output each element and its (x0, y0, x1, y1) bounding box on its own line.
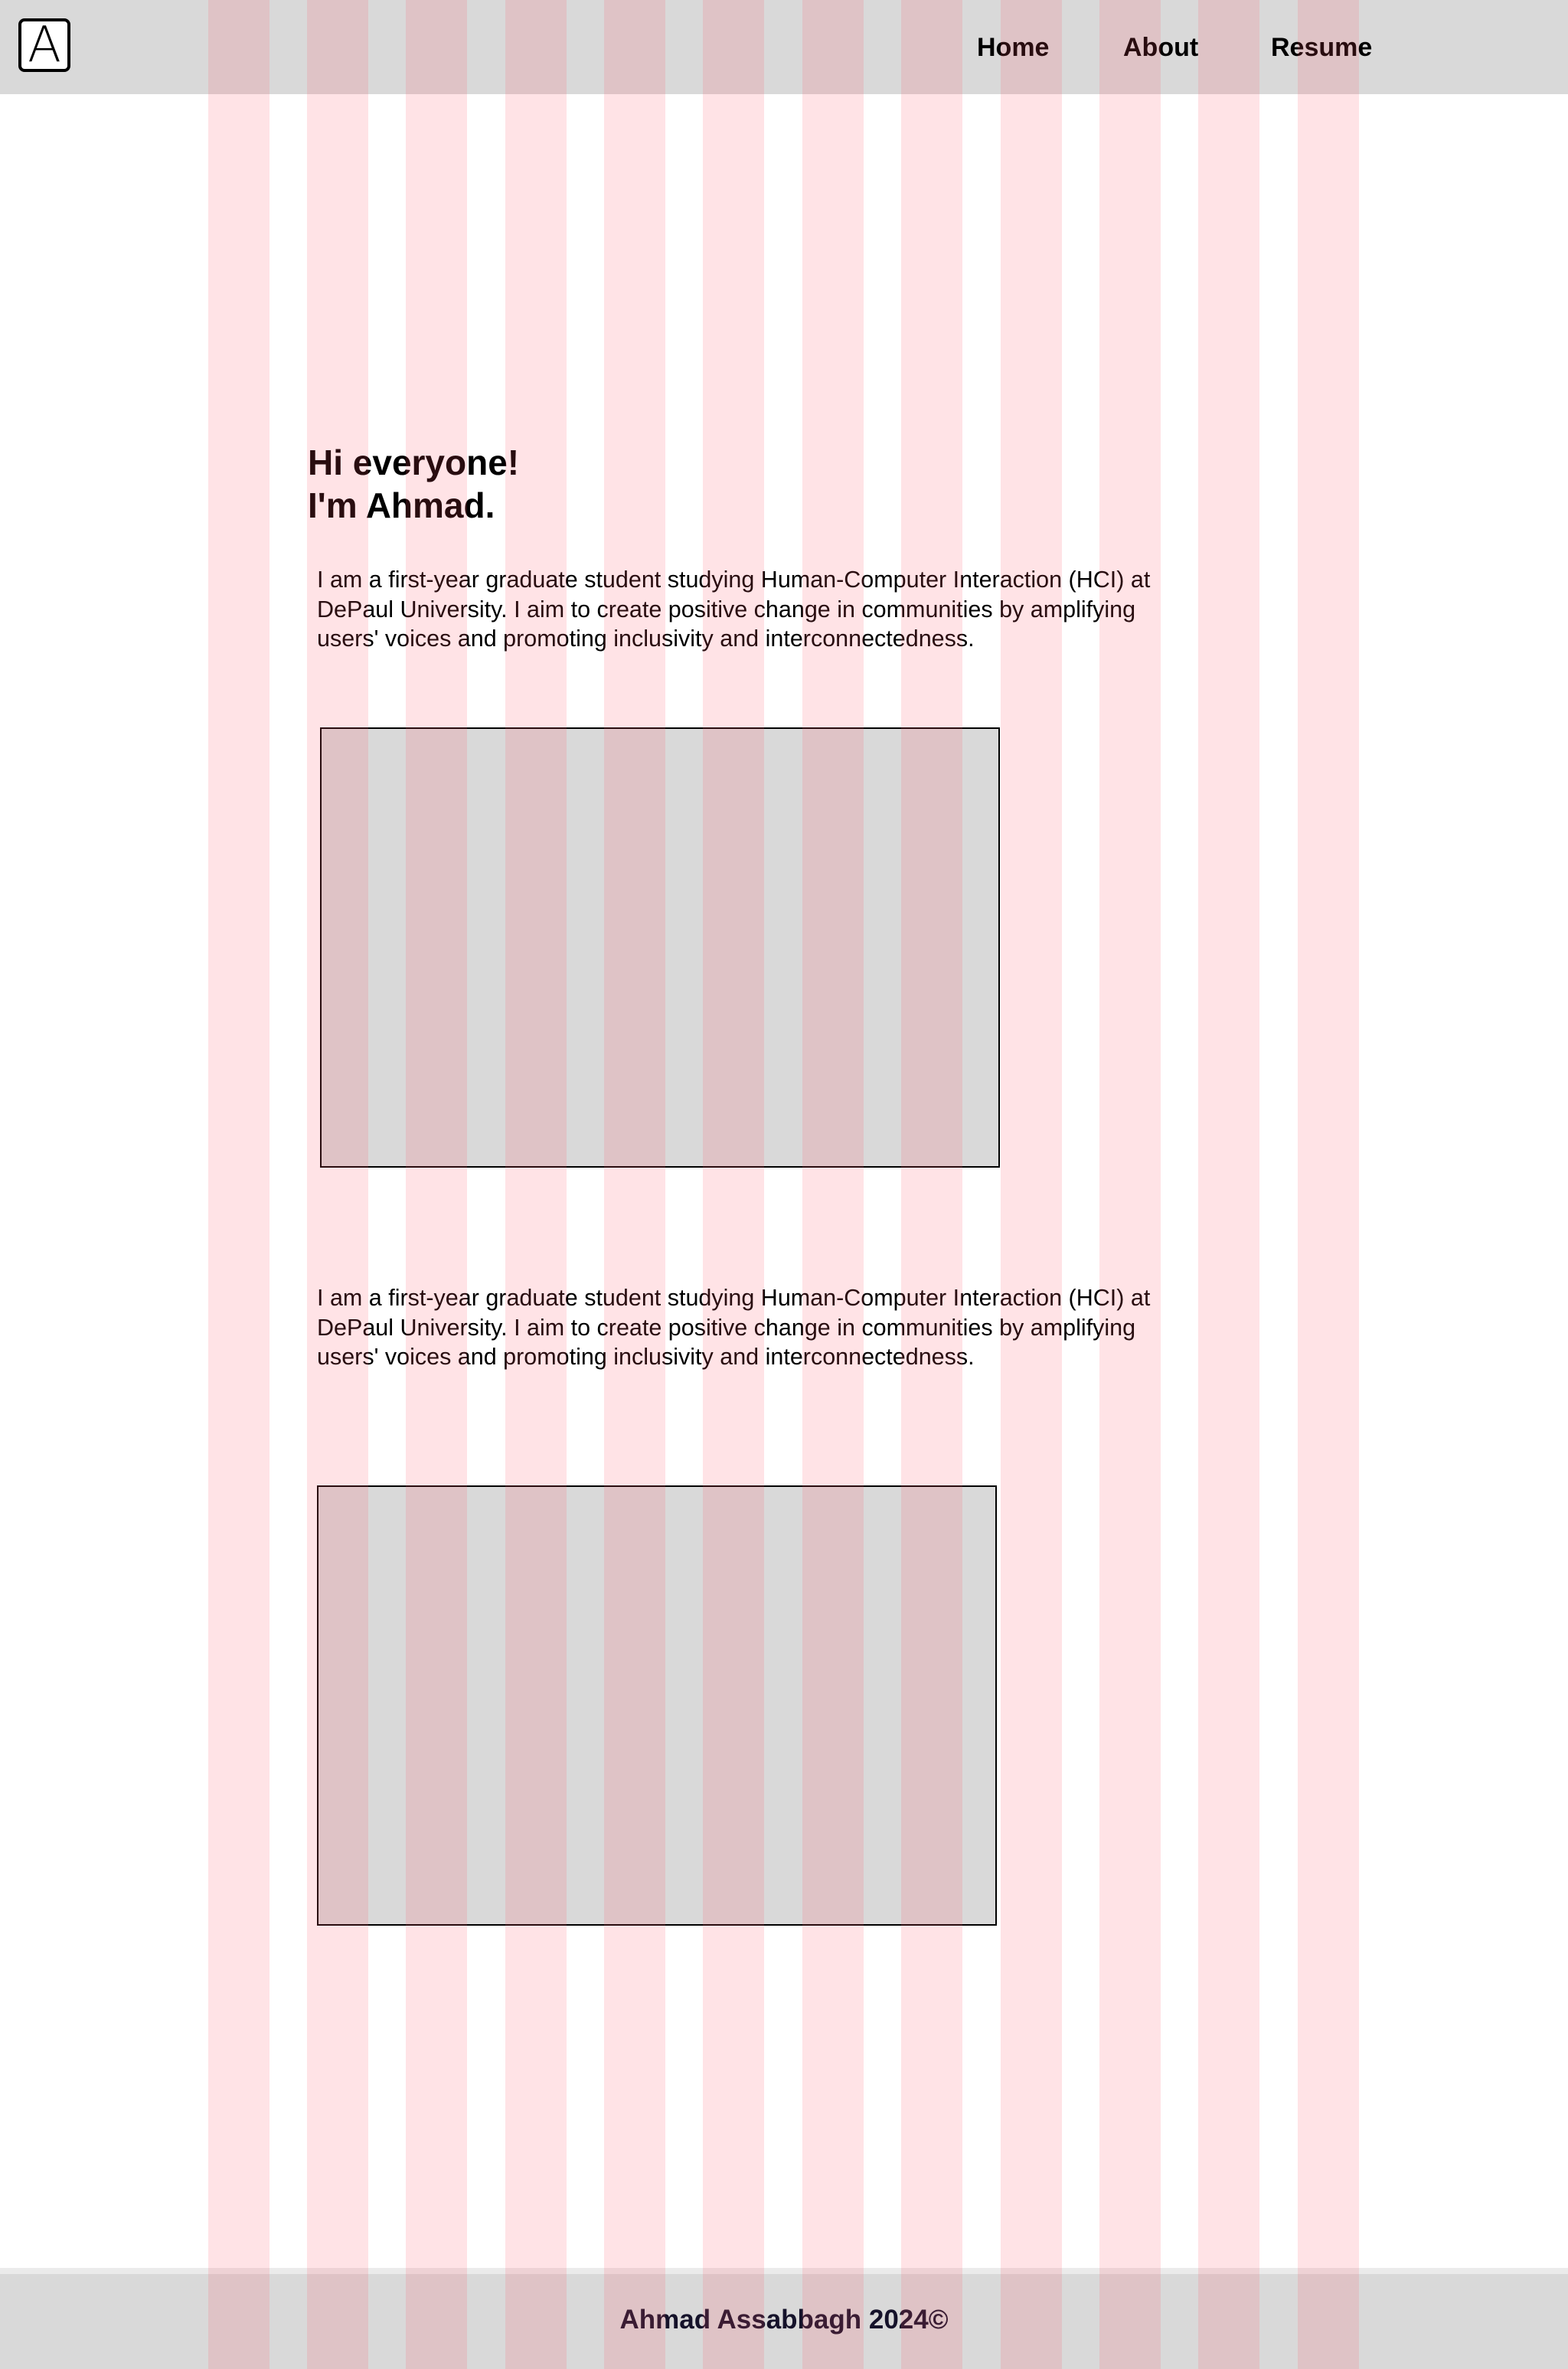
nav-link-resume[interactable]: Resume (1271, 29, 1372, 66)
intro-paragraph: I am a first-year graduate student study… (317, 567, 1151, 652)
grid-column (208, 0, 270, 2369)
nav-link-about[interactable]: About (1123, 29, 1198, 66)
logo-icon[interactable]: A (18, 18, 70, 72)
hero-heading: Hi everyone! I'm Ahmad. (308, 441, 519, 527)
nav-link-home[interactable]: Home (977, 29, 1049, 66)
image-placeholder (320, 727, 1000, 1168)
footer-copyright: Ahmad Assabbagh 2024© (619, 2305, 949, 2335)
grid-column (505, 0, 567, 2369)
grid-column (1298, 0, 1359, 2369)
image-placeholder (317, 1485, 997, 1926)
grid-column (406, 0, 467, 2369)
grid-column (703, 0, 764, 2369)
hero-greeting: Hi everyone! (308, 443, 520, 482)
grid-column (604, 0, 665, 2369)
site-header: A Home About Resume (0, 0, 1568, 94)
grid-column (901, 0, 962, 2369)
grid-column (1001, 0, 1062, 2369)
grid-column (1099, 0, 1161, 2369)
site-footer: Ahmad Assabbagh 2024© (0, 2268, 1568, 2369)
grid-column (307, 0, 368, 2369)
grid-column (1198, 0, 1259, 2369)
hero-name: I'm Ahmad. (308, 485, 495, 525)
layout-grid-overlay (0, 0, 1568, 2369)
intro-paragraph: I am a first-year graduate student study… (317, 1285, 1151, 1370)
grid-column (802, 0, 864, 2369)
